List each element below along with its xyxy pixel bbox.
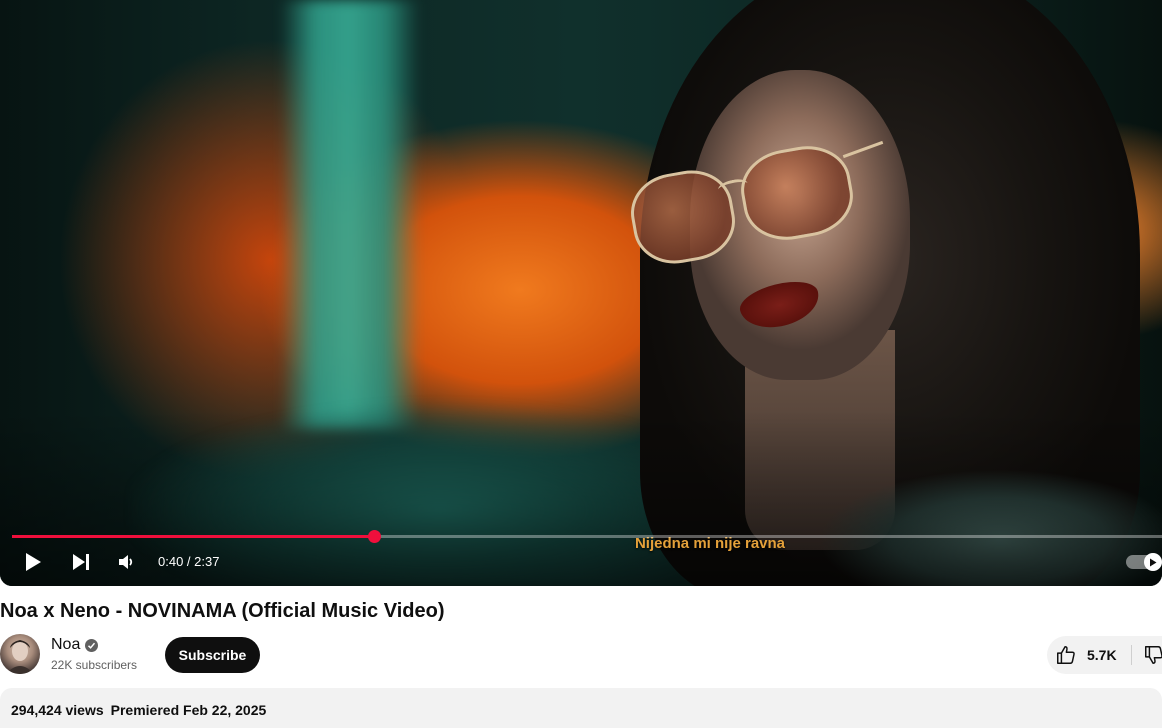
description-meta: 294,424 views Premiered Feb 22, 2025 <box>11 702 266 718</box>
autoplay-icon <box>1150 558 1157 566</box>
play-button[interactable] <box>17 546 49 578</box>
video-player[interactable]: Nijedna mi nije ravna 0:40 / 2:37 <box>0 0 1162 586</box>
like-icon <box>1057 646 1075 664</box>
avatar-silhouette <box>6 640 34 674</box>
video-title: Noa x Neno - NOVINAMA (Official Music Vi… <box>0 600 445 622</box>
channel-name[interactable]: Noa <box>51 636 80 654</box>
volume-button[interactable] <box>110 546 142 578</box>
subscriber-count: 22K subscribers <box>51 658 138 672</box>
view-count: 294,424 views <box>11 702 104 718</box>
dislike-button[interactable] <box>1143 636 1162 674</box>
like-count: 5.7K <box>1087 647 1117 663</box>
next-icon <box>73 554 89 570</box>
volume-icon <box>119 555 133 569</box>
like-divider <box>1131 645 1132 665</box>
like-dislike-group: 5.7K <box>1047 636 1162 674</box>
subscribe-button[interactable]: Subscribe <box>165 637 260 673</box>
description-box[interactable]: 294,424 views Premiered Feb 22, 2025 <box>0 688 1162 728</box>
video-vignette <box>0 0 1162 586</box>
progress-fill <box>12 535 375 538</box>
autoplay-knob <box>1144 553 1162 571</box>
channel-name-row[interactable]: Noa <box>51 636 99 654</box>
next-button[interactable] <box>65 546 97 578</box>
channel-avatar[interactable] <box>0 634 40 674</box>
checkmark-icon <box>88 642 96 649</box>
play-icon <box>26 553 41 571</box>
autoplay-toggle[interactable] <box>1126 553 1162 571</box>
video-frame[interactable] <box>0 0 1162 586</box>
player-controls: 0:40 / 2:37 <box>0 546 1162 578</box>
dislike-icon <box>1145 646 1162 664</box>
progress-bar[interactable] <box>12 530 1162 543</box>
verified-icon <box>85 638 99 652</box>
premiere-date: Premiered Feb 22, 2025 <box>110 702 267 718</box>
like-button[interactable]: 5.7K <box>1055 636 1135 674</box>
time-display: 0:40 / 2:37 <box>158 554 220 569</box>
